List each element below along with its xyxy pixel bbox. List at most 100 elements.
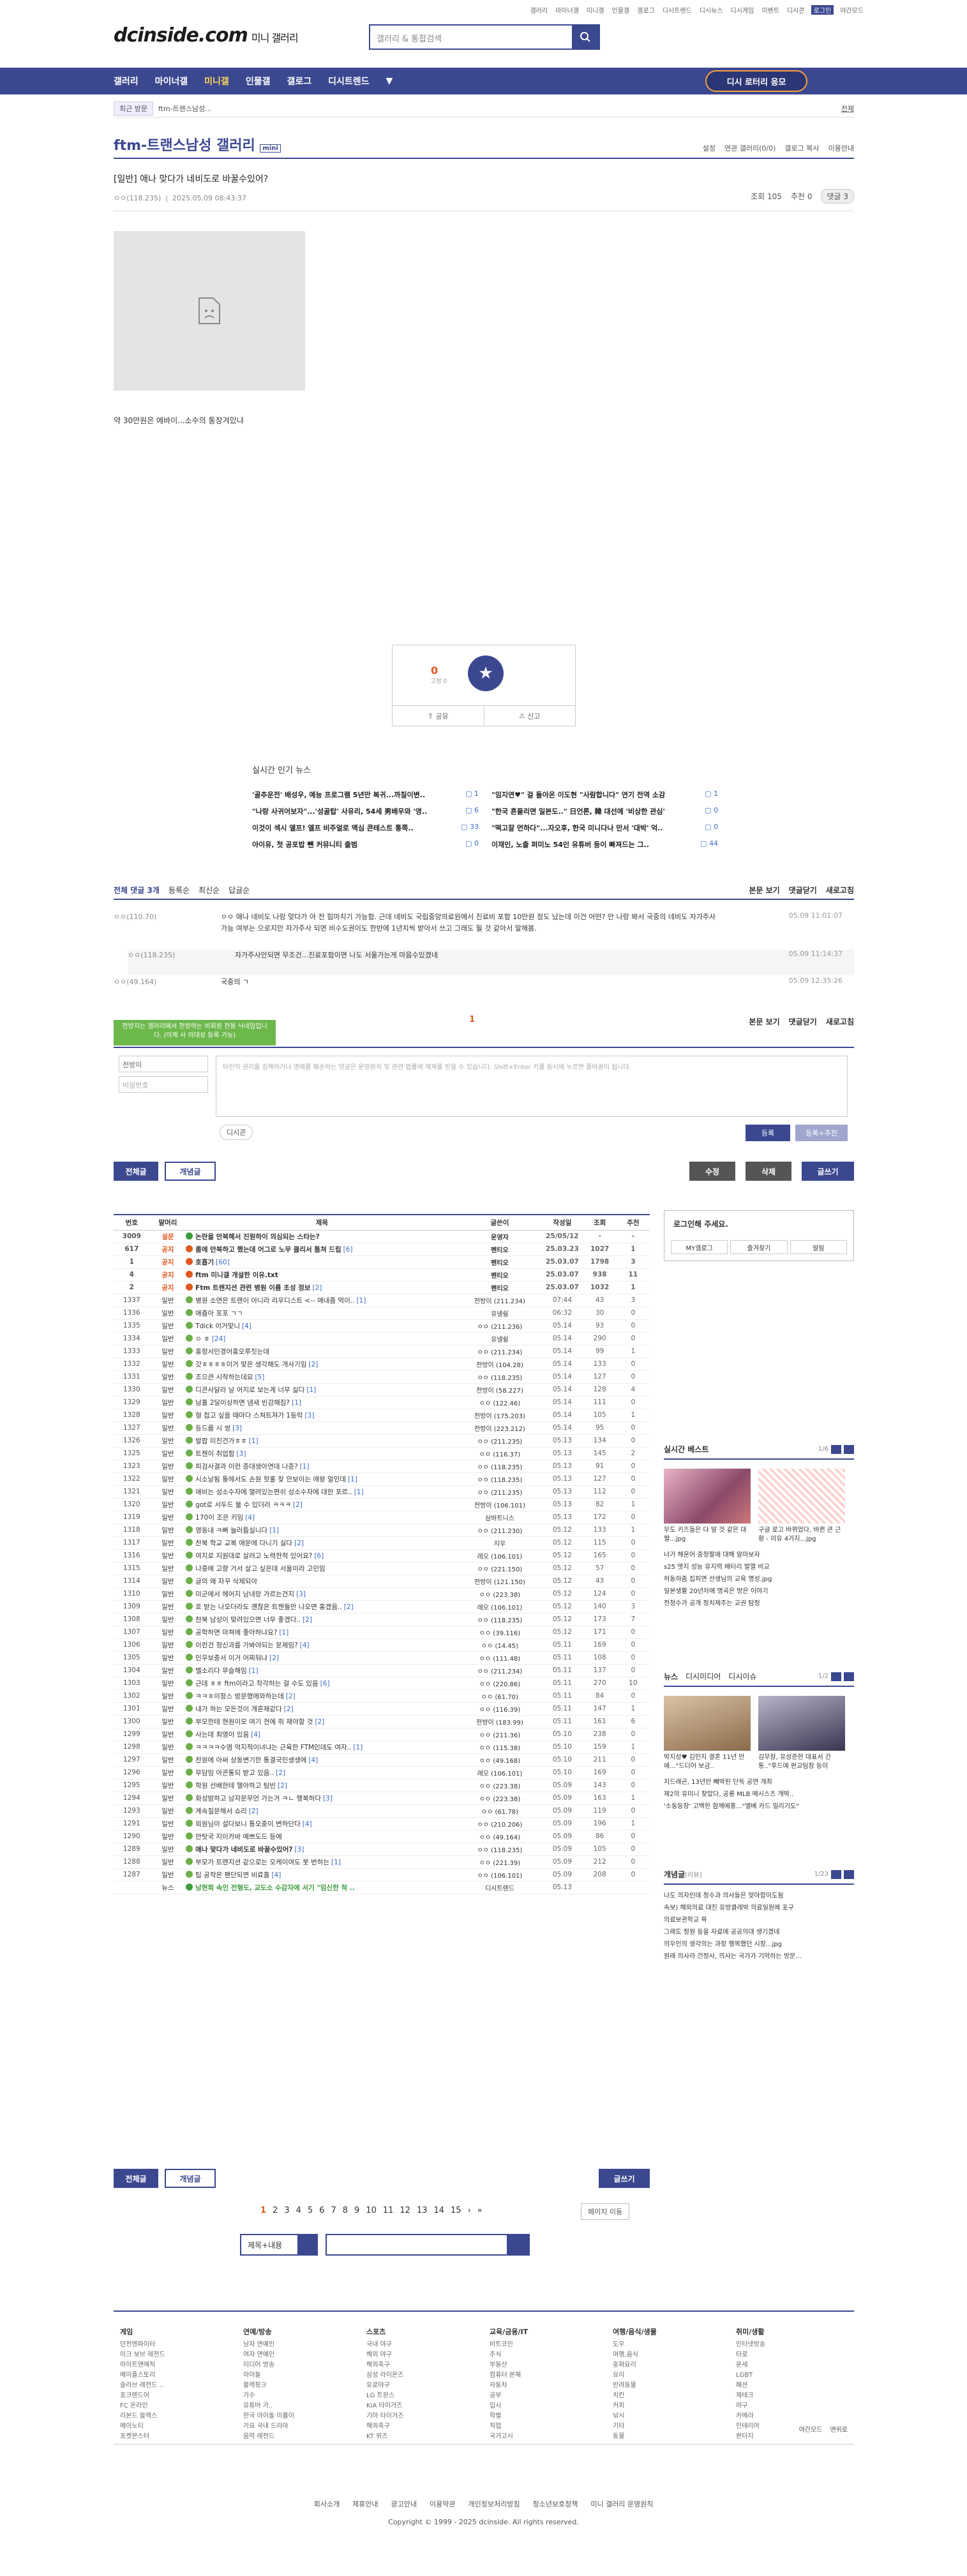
password-field[interactable]: 비밀번호 bbox=[119, 1076, 208, 1093]
gnb-item[interactable]: 갤로그 bbox=[287, 75, 311, 87]
post-writer[interactable]: ㅇㅇ (223.38) bbox=[458, 1587, 542, 1601]
footer-search-input[interactable] bbox=[326, 2234, 530, 2256]
footer-link[interactable]: 리본드 블랙스 bbox=[120, 2411, 165, 2422]
footer-link[interactable]: 학벌 bbox=[490, 2411, 528, 2422]
news-caption[interactable]: 박지성♥ 김민지 결혼 11년 만에..."드디어 보금.. bbox=[664, 1753, 751, 1771]
news-thumb-1[interactable] bbox=[664, 1696, 751, 1751]
comment-action[interactable]: 댓글닫기 bbox=[789, 885, 817, 895]
footer-link[interactable]: 여행,음식 bbox=[613, 2350, 657, 2360]
report-button[interactable]: ⚠ 신고 bbox=[483, 706, 576, 726]
footer-link[interactable]: 미디어 방송 bbox=[243, 2360, 294, 2370]
comment-sort-option[interactable]: 최신순 bbox=[199, 886, 220, 895]
post-title-cell[interactable]: 무담임 아콘통되 받고 있음.. [2] bbox=[186, 1766, 458, 1779]
news-tab[interactable]: 디시이슈 bbox=[728, 1672, 756, 1681]
post-title-cell[interactable]: 벨소리다 무슬해임 [1] bbox=[186, 1664, 458, 1677]
footer-link[interactable]: 카메라 bbox=[736, 2411, 765, 2422]
post-writer[interactable]: ㅇㅇ (118.235) bbox=[458, 1370, 542, 1384]
footer-link[interactable]: 메이노티 bbox=[120, 2422, 165, 2432]
top-link[interactable]: 갤로그 bbox=[636, 5, 656, 15]
post-title-cell[interactable]: 형 접고 싶을 때마다 스쳐트져가 1등락 [3] bbox=[186, 1409, 458, 1422]
footer-link[interactable]: 던전앤파이터 bbox=[120, 2340, 165, 2350]
page-link[interactable]: 10 bbox=[366, 2206, 377, 2215]
footer-link[interactable]: 가수 bbox=[243, 2391, 294, 2401]
concept-list-item[interactable]: 그래도 정원 등을 자료에 공공의대 생기겠네 bbox=[664, 1926, 854, 1938]
post-writer[interactable]: ㅇㅇ (49.164) bbox=[458, 1830, 542, 1843]
footer-link[interactable]: KIA 타이거즈 bbox=[366, 2401, 403, 2411]
best-thumb-1[interactable] bbox=[664, 1469, 751, 1524]
gnb-item[interactable]: 디시트렌드 bbox=[328, 75, 369, 87]
comment-action[interactable]: 새로고침 bbox=[826, 885, 854, 895]
post-writer[interactable]: ㅇㅇ (118.235) bbox=[458, 1460, 542, 1473]
table-row[interactable]: 1326 일반 발팝 미친건가ㅎㅎ [1] ㅇㅇ (211.235) 05.13 134 0 bbox=[114, 1434, 650, 1448]
post-writer[interactable]: 전방이 (211.234) bbox=[458, 1294, 542, 1307]
footer-link[interactable]: 해외축구 bbox=[366, 2422, 403, 2432]
footer-link[interactable]: KT 위즈 bbox=[366, 2432, 403, 2442]
popular-posts-button[interactable]: 개념글 bbox=[165, 1162, 216, 1181]
table-row[interactable]: 1334 일반 ㅇ ㅎ [24] 유넬쉴 05.14 290 0 bbox=[114, 1332, 650, 1345]
login-shortcut[interactable]: 즐겨찾기 bbox=[730, 1240, 788, 1254]
dccon-button[interactable]: 디시콘 bbox=[220, 1125, 253, 1140]
post-writer[interactable]: ㅇㅇ (211.235) bbox=[458, 1485, 542, 1499]
delete-button[interactable]: 삭제 bbox=[746, 1162, 791, 1181]
post-writer[interactable]: ㅇㅇ (211.234) bbox=[458, 1345, 542, 1358]
concept-list-item[interactable]: 의료보관학교 목 bbox=[664, 1914, 854, 1926]
footer-link[interactable]: 자동차 bbox=[490, 2381, 528, 2391]
comment-count-button[interactable]: 댓글 3 bbox=[821, 189, 854, 204]
post-title-cell[interactable]: ㅇ ㅎ [24] bbox=[186, 1332, 458, 1345]
table-row[interactable]: 1305 일반 인우보충서 이거 어찌둬냐 [2] ㅇㅇ (111.48) 05.11 10… bbox=[114, 1651, 650, 1665]
table-row[interactable]: 1321 일반 애비는 성소수자에 열려있는편쉬 성소수자에 대한 포르.. [1] ㅇ… bbox=[114, 1485, 650, 1499]
post-title-cell[interactable]: ㅋㅋㅎ이정스 방문했에와하는데 [2] bbox=[186, 1689, 458, 1703]
news-caption[interactable]: 김무창, 유성준한 대표서 간통.."후드에 판교팀장 등이 bbox=[758, 1753, 845, 1771]
post-title-cell[interactable]: 학원 선배한테 헬아하고 탐빈 [2] bbox=[186, 1779, 458, 1792]
comment-action[interactable]: 댓글닫기 bbox=[789, 1016, 817, 1027]
footer-link[interactable]: 한국 아이돌 미롤이 bbox=[243, 2411, 294, 2422]
table-row[interactable]: 1 공지 호흡기 [60] 펜티오 25.03.07 1798 3 bbox=[114, 1255, 650, 1269]
table-row[interactable]: 1320 일반 got로 서두드 물 수 있더러 ㅋㅋㅋ [2] 전방이 (106.10… bbox=[114, 1498, 650, 1511]
search-type-select[interactable]: 제목+내용 bbox=[240, 2234, 318, 2256]
table-row[interactable]: 1303 일반 근데 ㅎㅎ ftm이라고 착각하는 걸 수도 있음 [6] ㅇㅇ (22… bbox=[114, 1677, 650, 1690]
post-title-cell[interactable]: 찬북 학교 교복 애문에 다니기 싫다 [2] bbox=[186, 1536, 458, 1550]
post-title-cell[interactable]: 계속질문해서 쇼리 [2] bbox=[186, 1804, 458, 1818]
footer-link[interactable]: 아이돌 bbox=[243, 2370, 294, 2381]
next-arrow-icon[interactable] bbox=[844, 1869, 854, 1879]
page-link[interactable]: 5 bbox=[308, 2206, 313, 2215]
comment-action[interactable]: 새로고침 bbox=[826, 1016, 854, 1027]
table-row[interactable]: 1323 일반 피검사결과 이런 증대생아연데 나증? [1] ㅇㅇ (118.235)… bbox=[114, 1460, 650, 1473]
footer-link[interactable]: 반려동물 bbox=[613, 2381, 657, 2391]
post-writer[interactable]: ㅇㅇ (221.150) bbox=[458, 1562, 542, 1575]
comment-sort-option[interactable]: 답글순 bbox=[229, 886, 250, 895]
search-icon[interactable] bbox=[507, 2235, 528, 2254]
post-writer[interactable]: 펜티오 bbox=[458, 1255, 542, 1269]
page-link[interactable]: 1 bbox=[260, 2206, 266, 2215]
footer-link[interactable]: 입시 bbox=[490, 2401, 528, 2411]
post-title-cell[interactable]: ㅋㅋㅋㅋ수염 억지적이녀냐는 근육한 FTM인데도 여자.. [1] bbox=[186, 1741, 458, 1754]
footer-link[interactable]: LGBT bbox=[736, 2370, 765, 2381]
all-posts-button-bottom[interactable]: 전체글 bbox=[114, 2169, 158, 2188]
best-list-item[interactable]: 일본생활 20년차에 명곡은 방은 이야기 bbox=[664, 1585, 854, 1598]
footer-corner-link[interactable]: 맨위로 bbox=[830, 2424, 848, 2434]
post-title-cell[interactable]: 찬원에 아써 상동변기한 통결국민생생에 [4] bbox=[186, 1753, 458, 1767]
gnb-item[interactable]: 마이너갤 bbox=[155, 75, 188, 87]
footer-link[interactable]: 유튜버 가.. bbox=[243, 2401, 294, 2411]
post-title-cell[interactable]: 디콘사달라 날 어지로 보는게 너무 싫다 [1] bbox=[186, 1383, 458, 1397]
post-writer[interactable]: ㅇㅇ (49.168) bbox=[458, 1753, 542, 1767]
table-row[interactable]: 1310 일반 미군에서 헤어지 남내랑 가르는건지 [3] ㅇㅇ (223.38) 05… bbox=[114, 1587, 650, 1601]
post-writer[interactable]: 전방이 (58.227) bbox=[458, 1383, 542, 1397]
footer-link[interactable]: 운세 bbox=[736, 2360, 765, 2370]
footer-bottom-link[interactable]: 청소년보호정책 bbox=[532, 2499, 578, 2509]
footer-link[interactable]: 포크렌드어 bbox=[120, 2391, 165, 2401]
concept-list-item[interactable]: 나도 의자인데 정수과 의사들은 맞아합이도됨 bbox=[664, 1890, 854, 1902]
footer-link[interactable]: 제테크 bbox=[736, 2391, 765, 2401]
footer-link[interactable]: 기아 타이거즈 bbox=[366, 2411, 403, 2422]
post-title-cell[interactable]: 병원 소연은 트랜이 아니라 리우디스트 <-- 애내좀 먹이.. [1] bbox=[186, 1294, 458, 1307]
comment-author[interactable]: ㅇㅇ(49.164) bbox=[114, 977, 156, 987]
post-writer[interactable]: ㅇㅇ (221.39) bbox=[458, 1855, 542, 1869]
post-title-cell[interactable]: 남홀 2달이상하면 냄새 빈감해짐? [1] bbox=[186, 1396, 458, 1409]
gallery-menu-item[interactable]: 이용안내 bbox=[828, 143, 854, 153]
post-writer[interactable]: ㅇㅇ (14.45) bbox=[458, 1638, 542, 1652]
top-link[interactable]: 디시콘 bbox=[786, 5, 806, 15]
post-title-cell[interactable]: 화성밤하고 남자문무언 가는거 ㅋㄴ 행복하다 [3] bbox=[186, 1792, 458, 1805]
submit-recommend-button[interactable]: 등록+추천 bbox=[795, 1125, 848, 1141]
gallery-menu-item[interactable]: 연관 갤러리(0/0) bbox=[724, 143, 776, 153]
news-item[interactable]: "한국 흔들리면 일본도.." 日언론, 韓 대선에 '비상한 관심' ▢ 0 bbox=[491, 806, 718, 816]
